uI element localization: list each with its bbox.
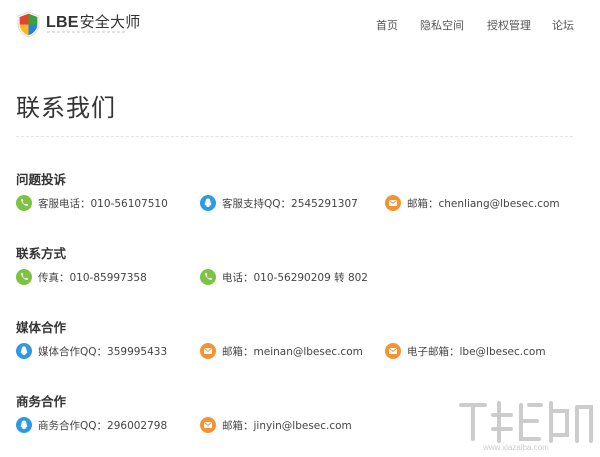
section-title-business: 商务合作 (16, 394, 67, 409)
brand-tagline-decoration (47, 31, 127, 34)
mail-icon (200, 417, 216, 433)
nav-permission-management[interactable]: 授权管理 (487, 17, 531, 33)
section-title-media: 媒体合作 (16, 320, 67, 335)
page-title: 联系我们 (16, 94, 116, 122)
phone-icon (16, 269, 32, 285)
mail-icon (385, 343, 401, 359)
title-divider (16, 136, 573, 137)
qq-icon (16, 417, 32, 433)
phone-icon (200, 269, 216, 285)
qq-icon (16, 343, 32, 359)
nav-forum[interactable]: 论坛 (552, 17, 574, 33)
site-header: LBE安全大师 首页 隐私空间 授权管理 论坛 (0, 0, 600, 50)
qq-icon (200, 195, 216, 211)
section-title-contact: 联系方式 (16, 246, 67, 261)
brand-name[interactable]: LBE安全大师 (46, 11, 140, 32)
telephone-number: 电话：010-56290209 转 802 (222, 272, 368, 284)
phone-icon (16, 195, 32, 211)
watermark-url: www.xiazaiba.com (482, 443, 549, 452)
support-qq: 客服支持QQ：2545291307 (222, 198, 358, 210)
section-title-complaints: 问题投诉 (16, 172, 67, 187)
customer-service-phone: 客服电话：010-56107510 (38, 198, 168, 210)
mail-icon (385, 195, 401, 211)
media-qq: 媒体合作QQ：359995433 (38, 346, 168, 358)
complaint-email-link[interactable]: 邮箱：chenliang@lbesec.com (407, 196, 560, 211)
nav-privacy-space[interactable]: 隐私空间 (420, 17, 464, 33)
general-email-link[interactable]: 电子邮箱：lbe@lbesec.com (407, 344, 546, 359)
lbe-shield-logo-icon[interactable] (16, 11, 41, 38)
business-email-link[interactable]: 邮箱：jinyin@lbesec.com (222, 418, 352, 433)
download-site-watermark: www.xiazaiba.com (459, 401, 593, 452)
business-qq: 商务合作QQ：296002798 (38, 420, 168, 432)
nav-home[interactable]: 首页 (376, 17, 398, 33)
media-email-link[interactable]: 邮箱：meinan@lbesec.com (222, 344, 363, 359)
brand-name-en: LBE (46, 14, 79, 31)
mail-icon (200, 343, 216, 359)
fax-number: 传真：010-85997358 (38, 272, 147, 284)
brand-name-cn: 安全大师 (79, 13, 141, 31)
